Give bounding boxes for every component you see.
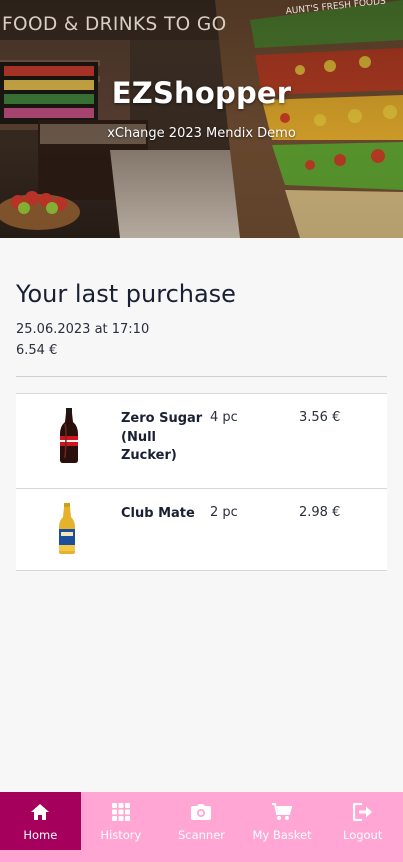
page-title: Your last purchase (16, 280, 236, 308)
grid-icon (111, 802, 130, 822)
logout-icon (352, 802, 373, 822)
hero-banner: AUNT'S FRESH FOODS FOOD & DRINKS TO GO E… (0, 0, 403, 238)
item-name: Zero Sugar (Null Zucker) (121, 411, 203, 463)
list-item[interactable]: Club Mate 2 pc 2.98 € (16, 488, 387, 571)
club-mate-bottle-image (59, 503, 75, 554)
nav-label: Home (23, 828, 58, 842)
purchase-item-list: Zero Sugar (Null Zucker) 4 pc 3.56 € Clu… (16, 393, 387, 571)
divider (16, 376, 387, 377)
item-quantity: 4 pc (210, 410, 238, 425)
home-icon (30, 802, 50, 822)
purchase-date: 25.06.2023 at 17:10 (16, 322, 150, 337)
purchase-total: 6.54 € (16, 343, 58, 358)
nav-item-my-basket[interactable]: My Basket (242, 792, 323, 850)
camera-icon (191, 802, 212, 822)
item-name: Club Mate (121, 506, 195, 521)
nav-label: Scanner (177, 828, 226, 842)
bottom-navigation: Home History Scanner My Basket Logout (0, 792, 403, 862)
nav-label: History (100, 828, 142, 842)
nav-label: Logout (342, 828, 383, 842)
item-quantity: 2 pc (210, 505, 238, 520)
nav-item-history[interactable]: History (81, 792, 162, 850)
item-price: 3.56 € (299, 410, 341, 425)
cola-bottle-image (60, 408, 78, 463)
nav-item-logout[interactable]: Logout (322, 792, 403, 850)
nav-item-home[interactable]: Home (0, 792, 81, 850)
list-item[interactable]: Zero Sugar (Null Zucker) 4 pc 3.56 € (16, 393, 387, 488)
item-price: 2.98 € (299, 505, 341, 520)
nav-item-scanner[interactable]: Scanner (161, 792, 242, 850)
supermarket-background-image: AUNT'S FRESH FOODS (0, 0, 403, 238)
store-sign-text: FOOD & DRINKS TO GO (2, 14, 227, 35)
app-title: EZShopper (111, 76, 292, 110)
cart-icon (272, 802, 293, 822)
nav-label: My Basket (252, 828, 312, 842)
app-subtitle: xChange 2023 Mendix Demo (107, 126, 296, 141)
